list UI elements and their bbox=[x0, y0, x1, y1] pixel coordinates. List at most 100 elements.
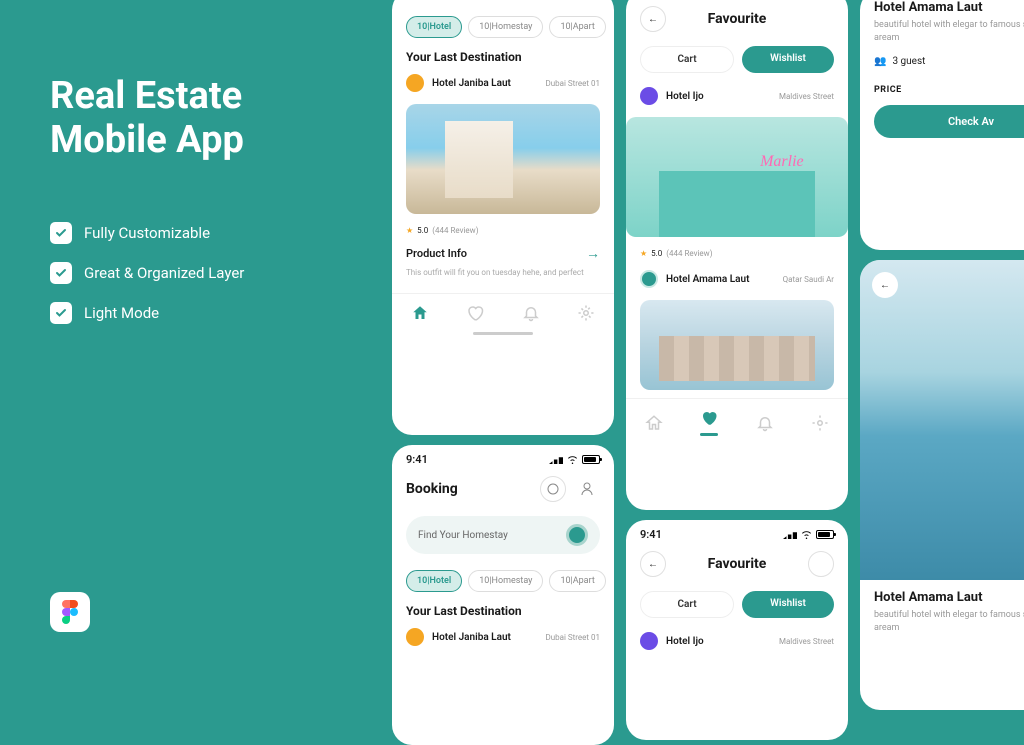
status-bar: 9:41 bbox=[392, 445, 614, 470]
hotel-avatar-icon bbox=[640, 632, 658, 650]
favourite-header: ← Favourite bbox=[626, 0, 848, 38]
hotel-location: Dubai Street 01 bbox=[545, 633, 600, 642]
bottom-nav bbox=[392, 293, 614, 328]
bell-icon[interactable] bbox=[522, 304, 540, 322]
arrow-right-icon: → bbox=[586, 245, 600, 262]
detail-title: Hotel Amama Laut bbox=[860, 0, 1024, 19]
feature-item: Light Mode bbox=[50, 302, 360, 324]
detail-title: Hotel Amama Laut bbox=[860, 580, 1024, 609]
destination-item[interactable]: Hotel Janiba Laut Dubai Street 01 bbox=[392, 622, 614, 652]
category-pills: 10|Hotel 10|Homestay 10|Apart bbox=[392, 8, 614, 46]
options-button[interactable] bbox=[808, 551, 834, 577]
check-icon bbox=[50, 302, 72, 324]
hotel-avatar-icon bbox=[640, 87, 658, 105]
help-button[interactable] bbox=[540, 476, 566, 502]
profile-button[interactable] bbox=[574, 476, 600, 502]
screen-detail: Hotel Amama Laut beautiful hotel with el… bbox=[860, 0, 1024, 250]
back-button[interactable]: ← bbox=[640, 551, 666, 577]
hotel-avatar-icon bbox=[406, 74, 424, 92]
favourite-item[interactable]: Hotel Ijo Maldives Street bbox=[626, 81, 848, 111]
tab-wishlist[interactable]: Wishlist bbox=[742, 591, 834, 618]
tab-row: Cart Wishlist bbox=[626, 583, 848, 626]
star-icon: ★ bbox=[640, 249, 647, 258]
battery-icon bbox=[816, 530, 834, 539]
heart-icon[interactable] bbox=[466, 304, 484, 322]
favourite-item[interactable]: Hotel Amama Laut Qatar Saudi Ar bbox=[626, 264, 848, 294]
tab-cart[interactable]: Cart bbox=[640, 591, 734, 618]
rating-value: 5.0 bbox=[417, 226, 428, 235]
detail-description: beautiful hotel with elegar to famous sh… bbox=[860, 19, 1024, 52]
hotel-name: Hotel Ijo bbox=[666, 91, 704, 102]
booking-header: Booking bbox=[392, 470, 614, 508]
beach-image: ← bbox=[860, 260, 1024, 580]
rating-row: ★ 5.0 (444 Review) bbox=[626, 243, 848, 264]
hotel-image-card[interactable] bbox=[406, 104, 600, 214]
hotel-location: Dubai Street 01 bbox=[545, 79, 600, 88]
search-placeholder: Find Your Homestay bbox=[418, 530, 508, 541]
hotel-name: Hotel Janiba Laut bbox=[432, 78, 511, 89]
settings-icon[interactable] bbox=[811, 414, 829, 432]
search-bar[interactable]: Find Your Homestay bbox=[406, 516, 600, 554]
tab-cart[interactable]: Cart bbox=[640, 46, 734, 73]
check-availability-button[interactable]: Check Av bbox=[874, 105, 1024, 138]
feature-label: Light Mode bbox=[84, 304, 159, 322]
review-count: (444 Review) bbox=[432, 226, 478, 235]
tab-wishlist[interactable]: Wishlist bbox=[742, 46, 834, 73]
hotel-avatar-icon bbox=[640, 270, 658, 288]
screen-home: 10|Hotel 10|Homestay 10|Apart Your Last … bbox=[392, 0, 614, 435]
wifi-icon bbox=[800, 530, 813, 539]
status-time: 9:41 bbox=[406, 453, 428, 466]
info-description: This outfit will fit you on tuesday hehe… bbox=[392, 266, 614, 285]
check-icon bbox=[50, 262, 72, 284]
rating-row: ★ 5.0 (444 Review) bbox=[392, 220, 614, 241]
pill-hotel[interactable]: 10|Hotel bbox=[406, 16, 462, 38]
tab-row: Cart Wishlist bbox=[626, 38, 848, 81]
settings-icon[interactable] bbox=[577, 304, 595, 322]
guests-icon: 👥 bbox=[874, 56, 886, 67]
promo-title: Real Estate Mobile App bbox=[50, 75, 360, 162]
hotel-avatar-icon bbox=[406, 628, 424, 646]
home-icon[interactable] bbox=[411, 304, 429, 322]
hotel-name: Hotel Amama Laut bbox=[666, 274, 749, 285]
hotel-image-card[interactable] bbox=[640, 300, 834, 390]
home-indicator bbox=[473, 332, 533, 335]
pill-homestay[interactable]: 10|Homestay bbox=[468, 570, 543, 592]
screen-booking: 9:41 Booking Find Your Homestay 10|Hotel… bbox=[392, 445, 614, 745]
pill-apartment[interactable]: 10|Apart bbox=[549, 16, 605, 38]
feature-item: Great & Organized Layer bbox=[50, 262, 360, 284]
pill-homestay[interactable]: 10|Homestay bbox=[468, 16, 543, 38]
home-icon[interactable] bbox=[645, 414, 663, 432]
guest-count: 3 guest bbox=[892, 56, 925, 67]
back-button[interactable]: ← bbox=[640, 6, 666, 32]
review-count: (444 Review) bbox=[666, 249, 712, 258]
signal-icon bbox=[783, 530, 797, 539]
product-info-row[interactable]: Product Info → bbox=[392, 241, 614, 266]
battery-icon bbox=[582, 455, 600, 464]
page-title: Favourite bbox=[708, 556, 767, 572]
info-title: Product Info bbox=[406, 247, 467, 260]
feature-label: Fully Customizable bbox=[84, 224, 210, 242]
destination-item[interactable]: Hotel Janiba Laut Dubai Street 01 bbox=[392, 68, 614, 98]
screen-beach-detail: ← Hotel Amama Laut beautiful hotel with … bbox=[860, 260, 1024, 710]
status-time: 9:41 bbox=[640, 528, 662, 541]
back-button[interactable]: ← bbox=[872, 272, 898, 298]
category-pills: 10|Hotel 10|Homestay 10|Apart bbox=[392, 562, 614, 600]
section-title: Your Last Destination bbox=[392, 46, 614, 68]
status-bar: 9:41 bbox=[626, 520, 848, 545]
pill-apartment[interactable]: 10|Apart bbox=[549, 570, 605, 592]
marlie-sign: Marlie bbox=[760, 153, 804, 171]
hotel-name: Hotel Ijo bbox=[666, 636, 704, 647]
favourite-item[interactable]: Hotel Ijo Maldives Street bbox=[626, 626, 848, 656]
pill-hotel[interactable]: 10|Hotel bbox=[406, 570, 462, 592]
search-button[interactable] bbox=[566, 524, 588, 546]
screen-favourite-2: 9:41 ← Favourite Cart Wishlist Hotel Ijo… bbox=[626, 520, 848, 740]
price-label: PRICE bbox=[860, 71, 1024, 101]
hotel-location: Maldives Street bbox=[779, 637, 834, 646]
hotel-location: Qatar Saudi Ar bbox=[783, 275, 834, 284]
rating-value: 5.0 bbox=[651, 249, 662, 258]
heart-tab-active[interactable] bbox=[700, 409, 718, 436]
section-title: Your Last Destination bbox=[392, 600, 614, 622]
page-title: Booking bbox=[406, 481, 458, 497]
hotel-image-card[interactable]: Marlie bbox=[626, 117, 848, 237]
bell-icon[interactable] bbox=[756, 414, 774, 432]
